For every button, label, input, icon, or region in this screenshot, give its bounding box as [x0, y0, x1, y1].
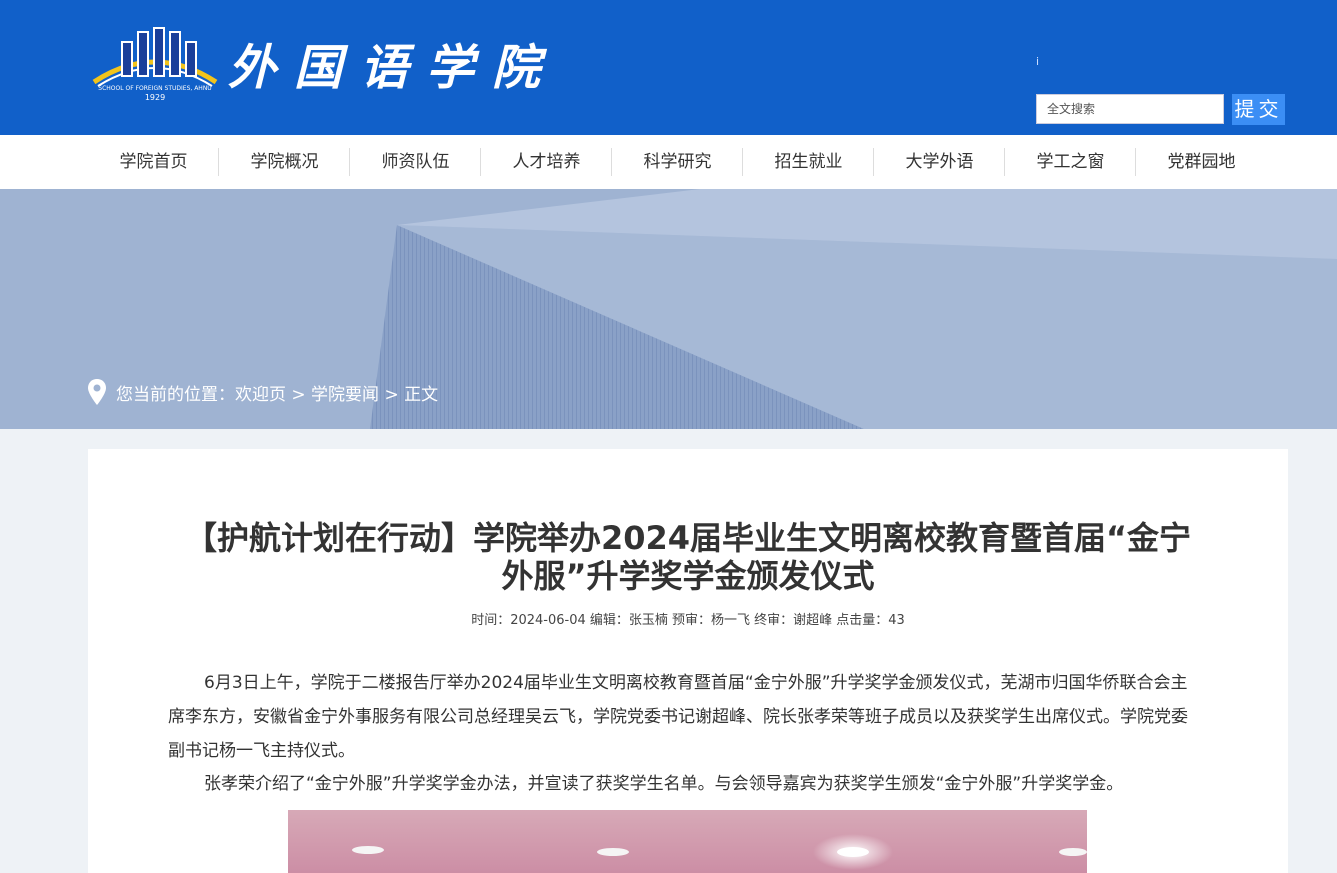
logo-year: 1929	[145, 93, 165, 102]
nav-item-college-english[interactable]: 大学外语	[874, 135, 1005, 189]
nav-item-research[interactable]: 科学研究	[612, 135, 743, 189]
school-logo[interactable]: SCHOOL OF FOREIGN STUDIES, AHNU 1929	[88, 24, 223, 104]
header-mark: i	[1036, 55, 1040, 68]
nav-item-education[interactable]: 人才培养	[481, 135, 612, 189]
page-banner: 您当前的位置：欢迎页 > 学院要闻 > 正文	[0, 189, 1337, 429]
nav-item-student-affairs[interactable]: 学工之窗	[1005, 135, 1136, 189]
search-input[interactable]	[1036, 94, 1224, 124]
logo-text: SCHOOL OF FOREIGN STUDIES, AHNU	[98, 85, 211, 92]
article-photo	[288, 810, 1087, 873]
site-title: 外国语学院	[228, 40, 559, 96]
breadcrumb: 您当前的位置：欢迎页 > 学院要闻 > 正文	[88, 379, 438, 405]
article-paragraph: 张孝荣介绍了“金宁外服”升学奖学金办法，并宣读了获奖学生名单。与会领导嘉宾为获奖…	[204, 774, 1124, 794]
nav-item-about[interactable]: 学院概况	[219, 135, 350, 189]
article-panel: 【护航计划在行动】学院举办2024届毕业生文明离校教育暨首届“金宁外服”升学奖学…	[88, 449, 1288, 873]
site-header: SCHOOL OF FOREIGN STUDIES, AHNU 1929 外国语…	[0, 0, 1337, 135]
article-meta: 时间：2024-06-04 编辑：张玉楠 预审：杨一飞 终审：谢超峰 点击量：4…	[471, 613, 905, 628]
nav-item-admissions[interactable]: 招生就业	[743, 135, 874, 189]
search-submit-button[interactable]: 提交	[1232, 94, 1285, 125]
main-nav: 学院首页 学院概况 师资队伍 人才培养 科学研究 招生就业 大学外语 学工之窗 …	[0, 135, 1337, 189]
breadcrumb-text: 您当前的位置：欢迎页 > 学院要闻 > 正文	[116, 384, 439, 405]
nav-item-faculty[interactable]: 师资队伍	[350, 135, 481, 189]
article-title: 【护航计划在行动】学院举办2024届毕业生文明离校教育暨首届“金宁外服”升学奖学…	[184, 519, 1192, 595]
article-paragraph: 6月3日上午，学院于二楼报告厅举办2024届毕业生文明离校教育暨首届“金宁外服”…	[168, 673, 1188, 761]
nav-item-home[interactable]: 学院首页	[88, 135, 219, 189]
nav-item-party[interactable]: 党群园地	[1136, 135, 1267, 189]
location-pin-icon	[88, 379, 106, 405]
